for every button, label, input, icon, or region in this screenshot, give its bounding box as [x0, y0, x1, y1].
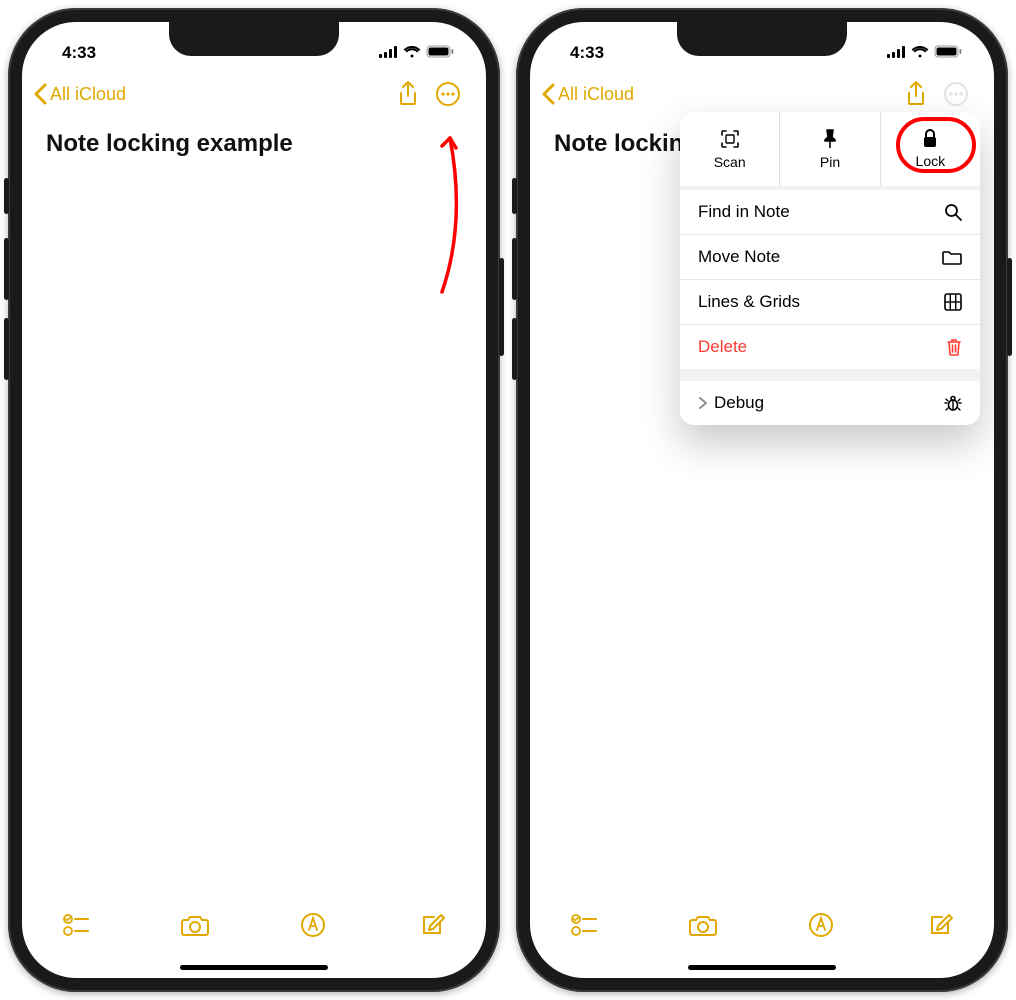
more-button[interactable] [936, 81, 976, 107]
ellipsis-circle-icon [943, 81, 969, 107]
wifi-icon [403, 43, 421, 63]
chevron-right-icon [698, 396, 708, 410]
scan-icon [719, 128, 741, 150]
compose-icon [927, 912, 953, 938]
find-label: Find in Note [698, 202, 790, 222]
nav-bar: All iCloud [22, 70, 486, 118]
checklist-icon [63, 914, 89, 936]
lock-label: Lock [916, 153, 946, 169]
delete-row[interactable]: Delete [680, 324, 980, 369]
battery-icon [934, 43, 962, 63]
wifi-icon [911, 43, 929, 63]
phone-mockup-left: 4:33 All iCloud [8, 8, 500, 992]
move-note-row[interactable]: Move Note [680, 234, 980, 279]
camera-icon [688, 913, 718, 937]
back-button[interactable]: All iCloud [540, 83, 634, 105]
compose-button[interactable] [916, 912, 964, 938]
camera-icon [180, 913, 210, 937]
nav-bar: All iCloud [530, 70, 994, 118]
battery-icon [426, 43, 454, 63]
pin-label: Pin [820, 154, 840, 170]
camera-button[interactable] [171, 913, 219, 937]
share-icon [905, 81, 927, 107]
markup-icon [300, 912, 326, 938]
share-button[interactable] [896, 81, 936, 107]
notch [677, 22, 847, 56]
checklist-button[interactable] [560, 914, 608, 936]
note-content[interactable]: Note locking example [22, 118, 486, 898]
actions-popover: Scan Pin Lock Find in Note Move Note [680, 112, 980, 425]
compose-icon [419, 912, 445, 938]
home-indicator[interactable] [180, 965, 328, 970]
markup-icon [808, 912, 834, 938]
delete-label: Delete [698, 337, 747, 357]
chevron-left-icon [540, 83, 556, 105]
lock-icon [921, 129, 939, 149]
back-label: All iCloud [50, 84, 126, 105]
lock-action[interactable]: Lock [881, 112, 980, 186]
pin-icon [821, 128, 839, 150]
back-button[interactable]: All iCloud [32, 83, 126, 105]
note-title: Note locking example [46, 130, 462, 158]
share-button[interactable] [388, 81, 428, 107]
lines-label: Lines & Grids [698, 292, 800, 312]
cellular-icon [887, 43, 906, 63]
home-indicator[interactable] [688, 965, 836, 970]
cellular-icon [379, 43, 398, 63]
ellipsis-circle-icon [435, 81, 461, 107]
phone-mockup-right: 4:33 All iCloud [516, 8, 1008, 992]
screen: 4:33 All iCloud [530, 22, 994, 978]
debug-label: Debug [714, 393, 764, 413]
markup-button[interactable] [797, 912, 845, 938]
move-label: Move Note [698, 247, 780, 267]
chevron-left-icon [32, 83, 48, 105]
scan-label: Scan [714, 154, 746, 170]
back-label: All iCloud [558, 84, 634, 105]
checklist-icon [571, 914, 597, 936]
lines-grids-row[interactable]: Lines & Grids [680, 279, 980, 324]
find-in-note-row[interactable]: Find in Note [680, 190, 980, 234]
screen: 4:33 All iCloud [22, 22, 486, 978]
checklist-button[interactable] [52, 914, 100, 936]
trash-icon [946, 338, 962, 356]
markup-button[interactable] [289, 912, 337, 938]
scan-action[interactable]: Scan [680, 112, 780, 186]
grid-icon [944, 293, 962, 311]
compose-button[interactable] [408, 912, 456, 938]
search-icon [944, 203, 962, 221]
camera-button[interactable] [679, 913, 727, 937]
status-time: 4:33 [570, 43, 604, 63]
debug-row[interactable]: Debug [680, 381, 980, 425]
folder-icon [942, 249, 962, 265]
bug-icon [944, 394, 962, 412]
share-icon [397, 81, 419, 107]
pin-action[interactable]: Pin [780, 112, 880, 186]
notch [169, 22, 339, 56]
status-time: 4:33 [62, 43, 96, 63]
more-button[interactable] [428, 81, 468, 107]
